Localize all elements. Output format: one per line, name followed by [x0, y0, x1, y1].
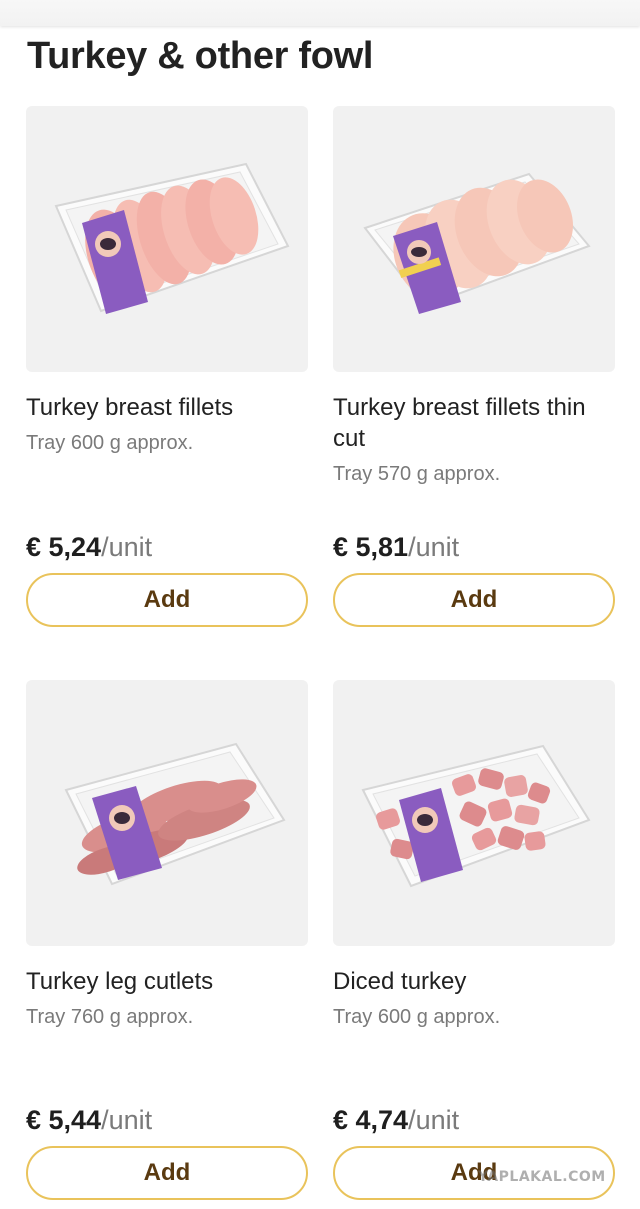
turkey-leg-cutlets-tray-image: [64, 742, 286, 886]
price-amount: € 5,24: [26, 532, 102, 562]
turkey-breast-thin-tray-image: [363, 172, 591, 314]
product-image[interactable]: [333, 680, 615, 946]
product-description: Tray 760 g approx.: [26, 1006, 194, 1028]
turkey-breast-tray-image: [54, 162, 290, 314]
price-unit: /unit: [101, 1105, 153, 1135]
product-image[interactable]: [26, 680, 308, 946]
product-name: Turkey leg cutlets: [26, 968, 214, 995]
product-price: € 5,24/unit: [26, 531, 152, 563]
app-header-bar: [0, 0, 640, 26]
price-amount: € 5,44: [26, 1105, 102, 1135]
product-price: € 5,81/unit: [333, 531, 459, 563]
product-name: Diced turkey: [333, 968, 467, 995]
product-name: Turkey breast fillets: [26, 394, 234, 421]
product-description: Tray 570 g approx.: [333, 463, 501, 485]
product-price: € 4,74/unit: [333, 1104, 459, 1136]
product-image[interactable]: [26, 106, 308, 372]
add-to-cart-button[interactable]: Add: [26, 1146, 308, 1200]
add-to-cart-button[interactable]: Add: [333, 573, 615, 627]
watermark: YAPLAKAL.COM: [478, 1169, 606, 1185]
product-name: Turkey breast fillets thin cut: [333, 394, 586, 452]
price-amount: € 5,81: [333, 532, 409, 562]
add-to-cart-button[interactable]: Add: [26, 573, 308, 627]
product-image[interactable]: [333, 106, 615, 372]
product-price: € 5,44/unit: [26, 1104, 152, 1136]
price-unit: /unit: [101, 532, 153, 562]
price-amount: € 4,74: [333, 1105, 409, 1135]
product-description: Tray 600 g approx.: [333, 1006, 501, 1028]
section-title: Turkey & other fowl: [27, 35, 374, 77]
price-unit: /unit: [408, 1105, 460, 1135]
product-description: Tray 600 g approx.: [26, 432, 194, 454]
diced-turkey-tray-image: [361, 744, 591, 888]
price-unit: /unit: [408, 532, 460, 562]
